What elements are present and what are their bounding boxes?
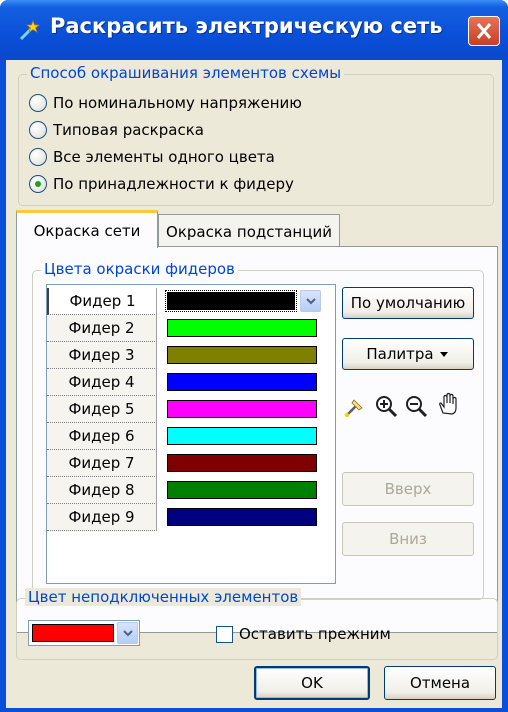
feeder-row[interactable]: Фидер 9 xyxy=(47,504,335,531)
feeder-row[interactable]: Фидер 7 xyxy=(47,450,335,477)
color-picker-icon[interactable] xyxy=(342,396,366,420)
feeder-color-swatch[interactable] xyxy=(167,400,317,418)
feeder-row[interactable]: Фидер 2 xyxy=(47,315,335,342)
feeder-color-swatch[interactable] xyxy=(167,427,317,445)
radio-button[interactable] xyxy=(29,94,47,112)
feeder-name-cell[interactable]: Фидер 8 xyxy=(47,477,157,504)
radio-by-feeder[interactable]: По принадлежности к фидеру xyxy=(29,172,294,196)
feeder-color-swatch[interactable] xyxy=(167,319,317,337)
unconnected-dropdown-button[interactable] xyxy=(117,622,138,644)
move-down-button[interactable]: Вниз xyxy=(342,522,474,556)
hand-pan-icon[interactable] xyxy=(436,392,460,416)
feeder-color-swatch[interactable] xyxy=(167,346,317,364)
unconnected-legend: Цвет неподключенных элементов xyxy=(25,588,302,606)
chevron-down-icon xyxy=(305,298,316,305)
feeder-row[interactable]: Фидер 6 xyxy=(47,423,335,450)
ok-button[interactable]: OK xyxy=(254,666,370,700)
default-button[interactable]: По умолчанию xyxy=(342,287,474,319)
dialog-window: Раскрасить электрическую сеть Способ окр… xyxy=(0,0,508,712)
unconnected-color-swatch xyxy=(32,624,114,642)
feeder-name-cell[interactable]: Фидер 4 xyxy=(47,369,157,396)
feeder-colors-legend: Цвета окраски фидеров xyxy=(41,260,238,278)
radio-label: Типовая раскраска xyxy=(53,121,204,139)
zoom-out-icon[interactable] xyxy=(404,394,428,418)
feeder-name-cell[interactable]: Фидер 1 xyxy=(47,288,157,315)
radio-button[interactable] xyxy=(29,148,47,166)
palette-button-label: Палитра xyxy=(366,345,434,363)
move-up-button[interactable]: Вверх xyxy=(342,472,474,506)
title-bar[interactable]: Раскрасить электрическую сеть xyxy=(0,0,508,60)
feeder-row[interactable]: Фидер 1 xyxy=(47,288,335,315)
feeder-name-cell[interactable]: Фидер 9 xyxy=(47,504,157,531)
radio-button[interactable] xyxy=(29,121,47,139)
close-icon xyxy=(476,23,492,39)
move-up-label: Вверх xyxy=(384,480,432,498)
radio-label: По принадлежности к фидеру xyxy=(53,175,294,193)
tab-label: Окраска сети xyxy=(33,221,141,240)
feeder-color-swatch[interactable] xyxy=(165,290,297,312)
feeder-name-cell[interactable]: Фидер 3 xyxy=(47,342,157,369)
radio-label: Все элементы одного цвета xyxy=(53,148,275,166)
feeder-row[interactable]: Фидер 5 xyxy=(47,396,335,423)
close-button[interactable] xyxy=(468,16,500,46)
feeder-row[interactable]: Фидер 8 xyxy=(47,477,335,504)
feeder-color-swatch[interactable] xyxy=(167,373,317,391)
feeder-color-grid[interactable]: Фидер 1 Фидер 2 Фидер 3 Фидер 4 Фидер 5 Фидер… xyxy=(46,284,336,584)
feeder-name-cell[interactable]: Фидер 7 xyxy=(47,450,157,477)
radio-typical[interactable]: Типовая раскраска xyxy=(29,118,204,142)
dialog-body: Способ окрашивания элементов схемы По но… xyxy=(6,60,502,708)
unconnected-color-select[interactable] xyxy=(28,620,140,646)
feeder-row[interactable]: Фидер 4 xyxy=(47,369,335,396)
feeder-name-cell[interactable]: Фидер 2 xyxy=(47,315,157,342)
radio-label: По номинальному напряжению xyxy=(53,94,302,112)
keep-previous-checkbox[interactable]: Оставить прежним xyxy=(216,623,391,645)
color-wand-icon xyxy=(19,20,40,41)
move-down-label: Вниз xyxy=(389,530,427,548)
feeder-row[interactable]: Фидер 3 xyxy=(47,342,335,369)
feeder-name-cell[interactable]: Фидер 5 xyxy=(47,396,157,423)
feeder-color-swatch[interactable] xyxy=(167,481,317,499)
checkbox-box[interactable] xyxy=(216,625,233,643)
feeder-color-swatch[interactable] xyxy=(167,508,317,526)
default-button-label: По умолчанию xyxy=(350,294,466,312)
window-title: Раскрасить электрическую сеть xyxy=(50,14,443,38)
keep-previous-label: Оставить прежним xyxy=(239,625,391,643)
radio-nominal-voltage[interactable]: По номинальному напряжению xyxy=(29,91,302,115)
feeder-name-cell[interactable]: Фидер 6 xyxy=(47,423,157,450)
tab-substation-coloring[interactable]: Окраска подстанций xyxy=(158,214,340,248)
tab-network-coloring[interactable]: Окраска сети xyxy=(16,210,158,248)
cancel-button[interactable]: Отмена xyxy=(384,666,496,700)
zoom-in-icon[interactable] xyxy=(374,394,398,418)
coloring-method-legend: Способ окрашивания элементов схемы xyxy=(27,64,345,82)
feeder-color-swatch[interactable] xyxy=(167,454,317,472)
cancel-button-label: Отмена xyxy=(409,674,471,692)
chevron-down-icon xyxy=(122,630,133,637)
radio-button-checked[interactable] xyxy=(29,175,47,193)
radio-single-color[interactable]: Все элементы одного цвета xyxy=(29,145,275,169)
dropdown-arrow-icon xyxy=(439,352,448,357)
tab-label: Окраска подстанций xyxy=(166,222,332,241)
palette-button[interactable]: Палитра xyxy=(342,338,474,370)
feeder-color-dropdown-button[interactable] xyxy=(300,290,321,312)
ok-button-label: OK xyxy=(301,674,323,692)
coloring-method-group: Способ окрашивания элементов схемы По но… xyxy=(18,64,494,206)
